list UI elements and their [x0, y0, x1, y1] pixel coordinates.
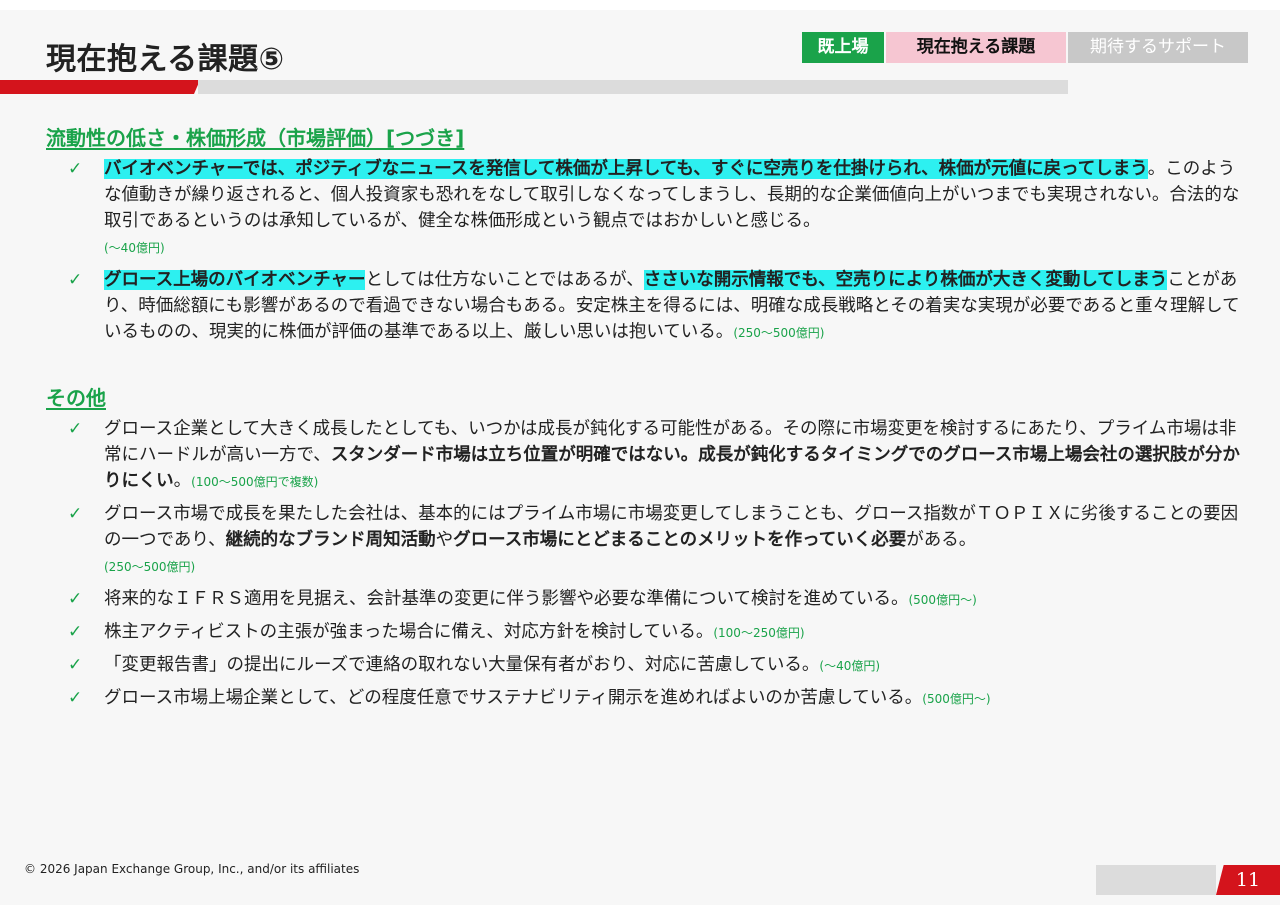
tab-current-issues[interactable]: 現在抱える課題 [886, 32, 1066, 63]
highlighted-text: バイオベンチャーでは、ポジティブなニュースを発信して株価が上昇しても、すぐに空売… [104, 159, 1148, 179]
item-text: や [435, 530, 454, 550]
list-item: ✓ バイオベンチャーでは、ポジティブなニュースを発信して株価が上昇しても、すぐに… [68, 156, 1248, 261]
page-title: 現在抱える課題⑤ [46, 42, 285, 77]
slide: 現在抱える課題⑤ 既上場 現在抱える課題 期待するサポート 流動性の低さ・株価形… [0, 10, 1280, 905]
highlighted-text: ささいな開示情報でも、空売りにより株価が大きく変動してしまう [643, 270, 1168, 290]
check-mark-icon: ✓ [68, 688, 83, 708]
check-mark-icon: ✓ [68, 270, 83, 290]
check-mark-icon: ✓ [68, 419, 83, 439]
check-mark-icon: ✓ [68, 159, 83, 179]
highlighted-text: グロース上場のバイオベンチャー [104, 270, 366, 290]
item-text: 。 [173, 471, 192, 491]
company-size-note: (100～500億円で複数) [191, 475, 319, 489]
copyright-text: © 2026 Japan Exchange Group, Inc., and/o… [24, 862, 360, 876]
list-item: ✓ グロース企業として大きく成長したとしても、いつかは成長が鈍化する可能性がある… [68, 416, 1248, 495]
liquidity-list: ✓ バイオベンチャーでは、ポジティブなニュースを発信して株価が上昇しても、すぐに… [68, 156, 1248, 352]
header-rule-gray [198, 80, 1068, 94]
check-mark-icon: ✓ [68, 655, 83, 675]
list-item: ✓ グロース市場上場企業として、どの程度任意でサステナビリティ開示を進めればよい… [68, 685, 1248, 712]
other-list: ✓ グロース企業として大きく成長したとしても、いつかは成長が鈍化する可能性がある… [68, 416, 1248, 718]
list-item: ✓ 将来的なＩＦＲＳ適用を見据え、会計基準の変更に伴う影響や必要な準備について検… [68, 586, 1248, 613]
check-mark-icon: ✓ [68, 622, 83, 642]
company-size-note: (500億円～) [908, 593, 977, 607]
list-item: ✓ グロース市場で成長を果たした会社は、基本的にはプライム市場に市場変更してしま… [68, 501, 1248, 580]
list-item: ✓ 株主アクティビストの主張が強まった場合に備え、対応方針を検討している。(10… [68, 619, 1248, 646]
item-text: 将来的なＩＦＲＳ適用を見据え、会計基準の変更に伴う影響や必要な準備について検討を… [104, 589, 909, 609]
item-text: 「変更報告書」の提出にルーズで連絡の取れない大量保有者がおり、対応に苦慮している… [104, 655, 820, 675]
list-item: ✓ 「変更報告書」の提出にルーズで連絡の取れない大量保有者がおり、対応に苦慮して… [68, 652, 1248, 679]
bold-text: グロース市場にとどまることのメリットを作っていく必要 [453, 530, 907, 550]
company-size-note: (～40億円) [104, 241, 165, 255]
check-mark-icon: ✓ [68, 589, 83, 609]
company-size-note: (100～250億円) [713, 626, 805, 640]
section-tabs: 既上場 現在抱える課題 期待するサポート [802, 32, 1248, 63]
footer-bar [1096, 865, 1216, 895]
section-heading-other: その他 [46, 386, 106, 410]
company-size-note: (500億円～) [922, 692, 991, 706]
company-size-note: (250～500億円) [104, 560, 196, 574]
tab-expected-support[interactable]: 期待するサポート [1068, 32, 1248, 63]
header-rule-red [0, 80, 200, 94]
company-size-note: (250～500億円) [733, 326, 825, 340]
page-number: 11 [1216, 865, 1280, 895]
item-text: グロース市場上場企業として、どの程度任意でサステナビリティ開示を進めればよいのか… [104, 688, 923, 708]
bold-text: 継続的なブランド周知活動 [225, 530, 436, 550]
tab-listed[interactable]: 既上場 [802, 32, 884, 63]
company-size-note: (～40億円) [819, 659, 881, 673]
item-text: がある。 [906, 530, 977, 550]
check-mark-icon: ✓ [68, 504, 83, 524]
item-text: 株主アクティビストの主張が強まった場合に備え、対応方針を検討している。 [104, 622, 714, 642]
section-heading-liquidity: 流動性の低さ・株価形成（市場評価）[つづき] [46, 126, 465, 150]
list-item: ✓ グロース上場のバイオベンチャーとしては仕方ないことではあるが、ささいな開示情… [68, 267, 1248, 346]
item-text: としては仕方ないことではあるが、 [365, 270, 644, 290]
